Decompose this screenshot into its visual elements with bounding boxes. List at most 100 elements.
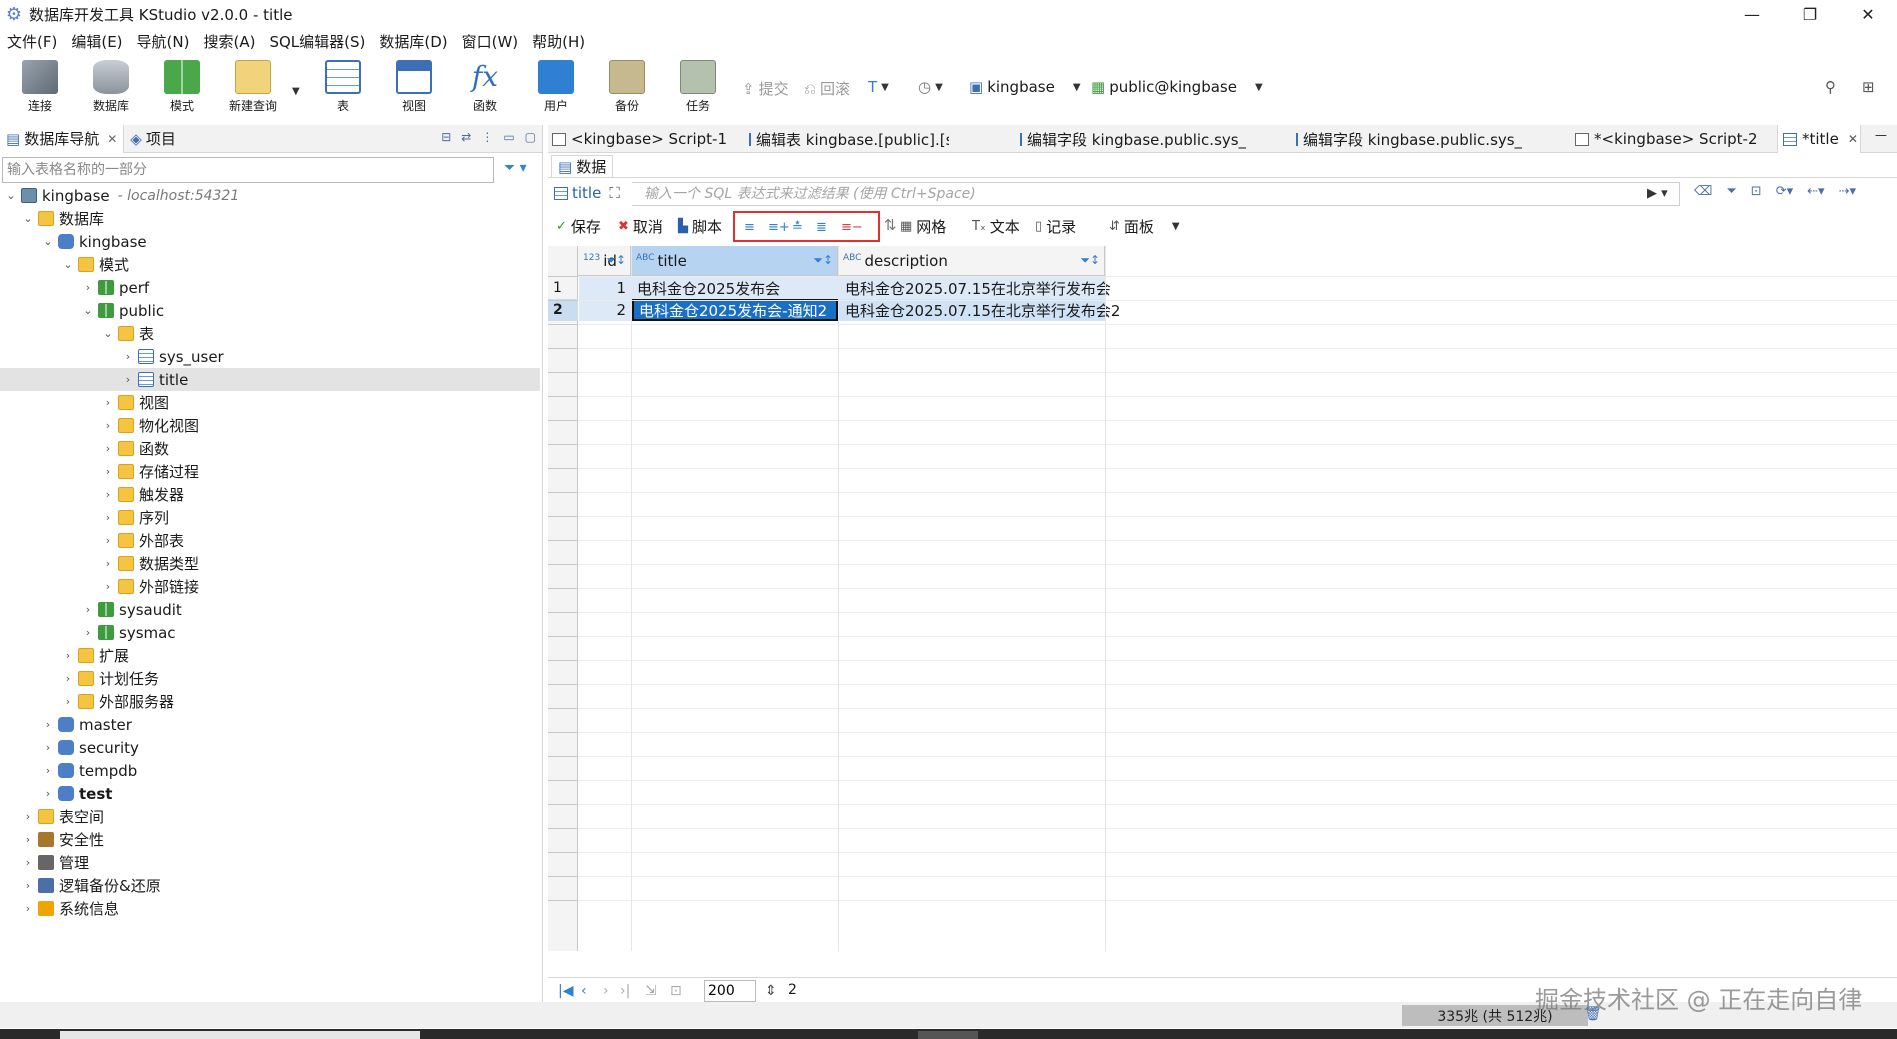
first-page-icon[interactable]: |◀ [558, 983, 573, 999]
collapse-chevron-icon[interactable]: › [61, 649, 75, 662]
tree-node-schema-perf[interactable]: › perf [0, 276, 540, 299]
save-button[interactable]: ✓ 保存 [556, 216, 601, 237]
close-icon[interactable]: ✕ [1848, 132, 1858, 146]
tree-node-db-master[interactable]: › master [0, 713, 540, 736]
view-button[interactable]: 视图 [384, 60, 444, 118]
expand-icon[interactable]: ⛶ [609, 184, 620, 202]
tree-node-kingbase-connection[interactable]: ⌄ kingbase - localhost:54321 [0, 184, 540, 207]
collapse-chevron-icon[interactable]: › [101, 511, 115, 524]
new-query-button[interactable]: 新建查询 [223, 60, 283, 118]
collapse-chevron-icon[interactable]: › [121, 373, 135, 386]
cell-id[interactable]: 2 [579, 299, 631, 321]
new-query-dropdown-icon[interactable]: ▼ [292, 86, 300, 97]
tree-node-foreign-servers[interactable]: › 外部服务器 [0, 690, 540, 713]
script-button[interactable]: ▙ 脚本 [678, 216, 722, 237]
tree-node-db-tempdb[interactable]: › tempdb [0, 759, 540, 782]
collapse-chevron-icon[interactable]: › [81, 626, 95, 639]
refresh-icon[interactable]: ⟳▾ [1776, 184, 1793, 199]
function-button[interactable]: fx 函数 [455, 60, 515, 118]
copy-row-icon[interactable]: ≛ [792, 221, 808, 234]
tree-node-foreign-links[interactable]: › 外部链接 [0, 575, 540, 598]
collapse-chevron-icon[interactable]: › [101, 534, 115, 547]
expand-chevron-icon[interactable]: ⌄ [41, 235, 55, 248]
refresh-count-icon[interactable]: ⇕ [765, 983, 777, 999]
cell-id[interactable]: 1 [579, 277, 631, 299]
tree-node-table-title[interactable]: › title [0, 368, 540, 391]
collapse-chevron-icon[interactable]: › [81, 281, 95, 294]
tree-node-materialized-views[interactable]: › 物化视图 [0, 414, 540, 437]
collapse-chevron-icon[interactable]: › [101, 419, 115, 432]
tree-node-schema-sysmac[interactable]: › sysmac [0, 621, 540, 644]
save-filter-icon[interactable]: ⊡ [1751, 184, 1762, 199]
funnel-icon[interactable]: ⏷ [1726, 184, 1736, 199]
close-icon[interactable]: ✕ [107, 132, 117, 146]
maximize-panel-icon[interactable]: ▢ [525, 130, 536, 144]
tree-node-views[interactable]: › 视图 [0, 391, 540, 414]
search-icon[interactable]: ⚲ [1825, 78, 1836, 96]
text-view-button[interactable]: Tₓ 文本 [972, 216, 1020, 237]
menu-help[interactable]: 帮助(H) [525, 31, 592, 52]
schema-selector[interactable]: ▦ public@kingbase ▼ [1091, 78, 1263, 96]
datasource-selector[interactable]: ▣ kingbase ▼ [969, 78, 1081, 96]
tree-node-system-info[interactable]: › 系统信息 [0, 897, 540, 920]
tree-node-management[interactable]: › 管理 [0, 851, 540, 874]
last-page-icon[interactable]: ›| [620, 983, 630, 999]
tree-node-db-kingbase[interactable]: ⌄ kingbase [0, 230, 540, 253]
collapse-chevron-icon[interactable]: › [21, 879, 35, 892]
collapse-chevron-icon[interactable]: › [21, 902, 35, 915]
menu-window[interactable]: 窗口(W) [455, 31, 526, 52]
column-filter-icon[interactable]: ⏷↕ [813, 253, 833, 268]
menu-sql-editor[interactable]: SQL编辑器(S) [262, 31, 372, 52]
back-arrow-icon[interactable]: ⇠▾ [1807, 184, 1824, 199]
fetch-next-icon[interactable]: ⇲ [645, 983, 657, 999]
tree-node-procedures[interactable]: › 存储过程 [0, 460, 540, 483]
tree-node-table-sys-user[interactable]: › sys_user [0, 345, 540, 368]
collapse-chevron-icon[interactable]: › [41, 741, 55, 754]
duplicate-row-icon[interactable]: ≣ [816, 221, 832, 234]
fetch-all-icon[interactable]: ⊡ [670, 983, 682, 999]
schema-button[interactable]: 模式 [152, 60, 212, 118]
perspective-icon[interactable]: ⊞ [1862, 78, 1875, 96]
collapse-chevron-icon[interactable]: › [61, 672, 75, 685]
collapse-chevron-icon[interactable]: › [61, 695, 75, 708]
collapse-chevron-icon[interactable]: › [101, 396, 115, 409]
expand-chevron-icon[interactable]: ⌄ [21, 212, 35, 225]
table-name-filter-input[interactable] [2, 157, 494, 183]
add-row-icon[interactable]: ≡+ [768, 221, 790, 234]
edit-row-icon[interactable]: ≡ [744, 221, 760, 234]
collapse-chevron-icon[interactable]: › [81, 603, 95, 616]
menu-database[interactable]: 数据库(D) [372, 31, 454, 52]
panel-dropdown-icon[interactable]: ▼ [1172, 221, 1180, 232]
collapse-chevron-icon[interactable]: › [101, 465, 115, 478]
tree-node-db-test[interactable]: › test [0, 782, 540, 805]
collapse-chevron-icon[interactable]: › [41, 718, 55, 731]
close-button[interactable]: ✕ [1839, 0, 1897, 29]
apply-filter-play-icon[interactable]: ▶ ▾ [1647, 186, 1668, 201]
tree-node-triggers[interactable]: › 触发器 [0, 483, 540, 506]
expand-chevron-icon[interactable]: ⌄ [101, 327, 115, 340]
tab-database-navigator[interactable]: ▤ 数据库导航 ✕ [0, 124, 125, 153]
tree-node-data-types[interactable]: › 数据类型 [0, 552, 540, 575]
tab-edit-table[interactable]: 编辑表 kingbase.[public].[sys... [749, 125, 949, 153]
database-button[interactable]: 数据库 [81, 60, 141, 118]
collapse-chevron-icon[interactable]: › [41, 764, 55, 777]
transaction-mode-button[interactable]: T ▼ [868, 78, 889, 96]
tab-script-2[interactable]: *<kingbase> Script-2 [1575, 125, 1761, 153]
commit-button[interactable]: ⇪ 提交 [742, 78, 789, 99]
collapse-chevron-icon[interactable]: › [101, 557, 115, 570]
connect-button[interactable]: 连接 [10, 60, 70, 118]
grid-view-button[interactable]: ▦ 网格 [900, 216, 946, 237]
cell-description[interactable]: 电科金仓2025.07.15在北京举行发布会2 [839, 299, 1120, 321]
collapse-chevron-icon[interactable]: › [101, 580, 115, 593]
tab-edit-column-2[interactable]: 编辑字段 kingbase.public.sys_... [1296, 125, 1522, 153]
record-view-button[interactable]: ▯ 记录 [1035, 216, 1076, 237]
collapse-all-icon[interactable]: ⊟ [441, 130, 451, 144]
tree-node-sequences[interactable]: › 序列 [0, 506, 540, 529]
tree-node-foreign-tables[interactable]: › 外部表 [0, 529, 540, 552]
prev-page-icon[interactable]: ‹ [581, 983, 587, 999]
next-page-icon[interactable]: › [603, 983, 609, 999]
tree-node-schema-sysaudit[interactable]: › sysaudit [0, 598, 540, 621]
delete-row-icon[interactable]: ≡− [841, 221, 863, 234]
tab-title-data[interactable]: *title ✕ [1777, 125, 1861, 153]
cancel-button[interactable]: ✖ 取消 [618, 216, 663, 237]
